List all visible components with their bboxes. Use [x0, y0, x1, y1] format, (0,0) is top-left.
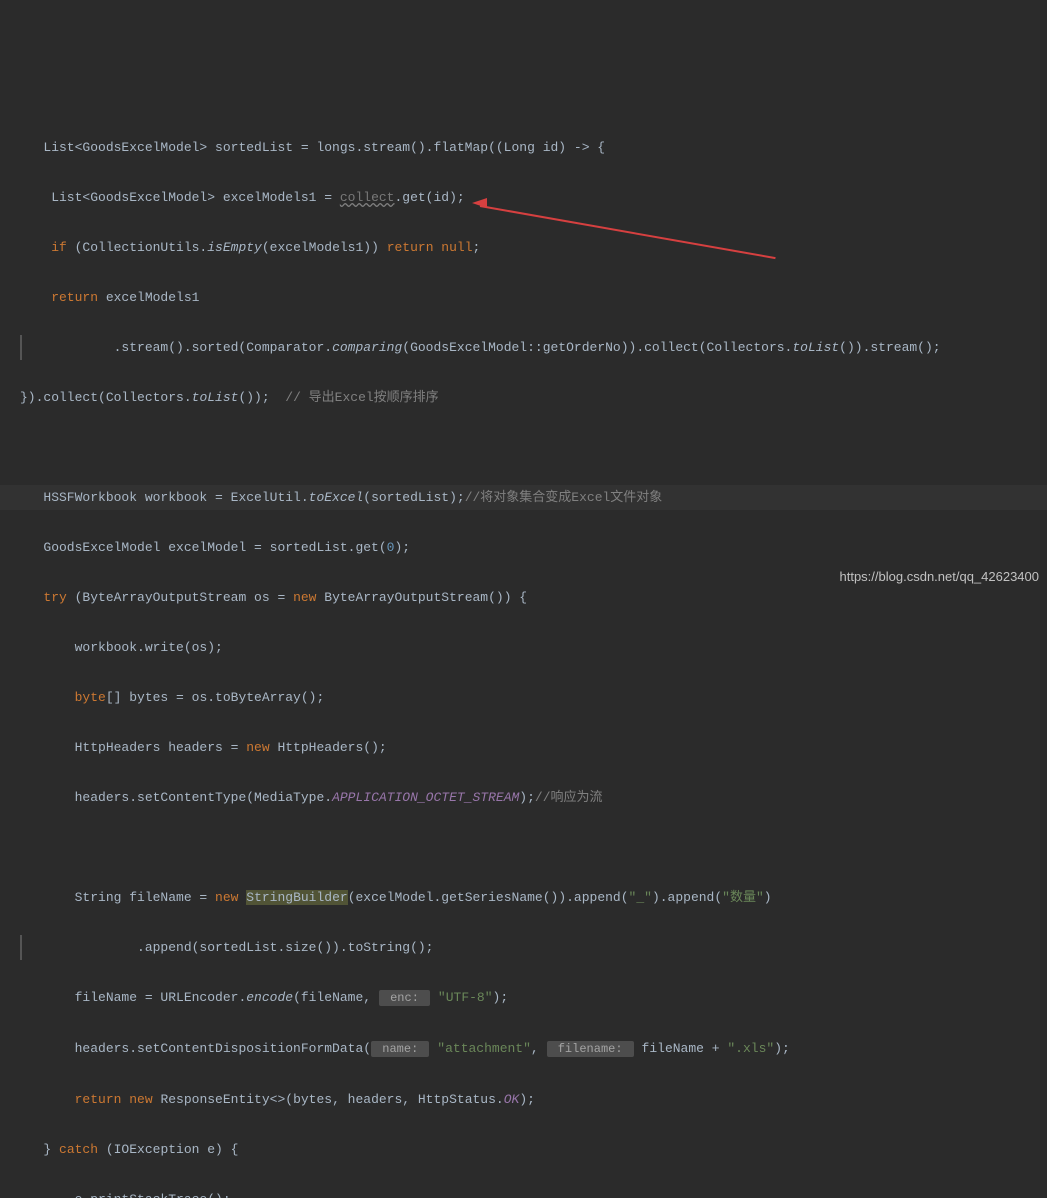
watermark-text: https://blog.csdn.net/qq_42623400 — [840, 564, 1040, 589]
code-line: List<GoodsExcelModel> sortedList = longs… — [20, 135, 1047, 160]
code-line: headers.setContentDispositionFormData( n… — [20, 1036, 1047, 1062]
code-line: }).collect(Collectors.toList()); // 导出Ex… — [20, 385, 1047, 410]
code-line: } catch (IOException e) { — [20, 1137, 1047, 1162]
highlighted-code-line: HSSFWorkbook workbook = ExcelUtil.toExce… — [0, 485, 1047, 510]
code-line — [20, 435, 1047, 460]
param-hint: filename: — [547, 1041, 634, 1057]
code-editor[interactable]: List<GoodsExcelModel> sortedList = longs… — [0, 100, 1047, 1198]
code-line: if (CollectionUtils.isEmpty(excelModels1… — [20, 235, 1047, 260]
code-line: return excelModels1 — [20, 285, 1047, 310]
code-line: .stream().sorted(Comparator.comparing(Go… — [20, 335, 1047, 360]
code-line: HttpHeaders headers = new HttpHeaders(); — [20, 735, 1047, 760]
param-hint: enc: — [379, 990, 430, 1006]
arrow-head-icon — [472, 198, 487, 208]
code-line: e.printStackTrace(); — [20, 1187, 1047, 1198]
param-hint: name: — [371, 1041, 429, 1057]
code-line: .append(sortedList.size()).toString(); — [20, 935, 1047, 960]
code-line — [20, 835, 1047, 860]
code-line: fileName = URLEncoder.encode(fileName, e… — [20, 985, 1047, 1011]
code-line: headers.setContentType(MediaType.APPLICA… — [20, 785, 1047, 810]
code-line: List<GoodsExcelModel> excelModels1 = col… — [20, 185, 1047, 210]
code-line: byte[] bytes = os.toByteArray(); — [20, 685, 1047, 710]
code-line: GoodsExcelModel excelModel = sortedList.… — [20, 535, 1047, 560]
code-line: String fileName = new StringBuilder(exce… — [20, 885, 1047, 910]
code-line: return new ResponseEntity<>(bytes, heade… — [20, 1087, 1047, 1112]
code-line: workbook.write(os); — [20, 635, 1047, 660]
